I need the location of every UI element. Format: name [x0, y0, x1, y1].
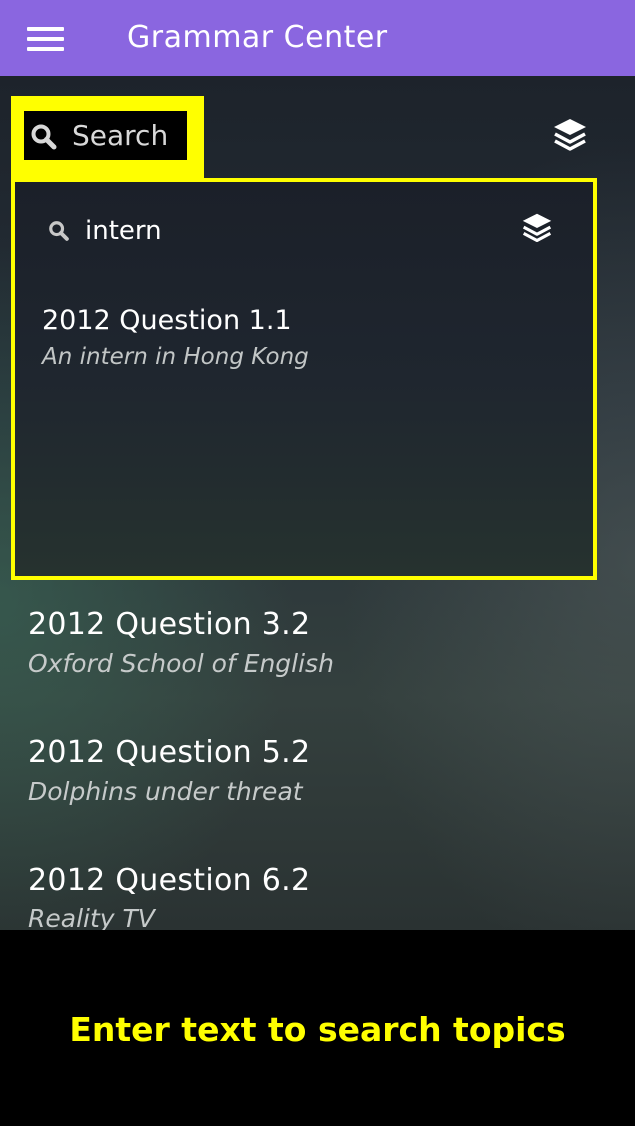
- result-title: 2012 Question 1.1: [42, 305, 292, 336]
- list-item-title: 2012 Question 5.2: [28, 735, 311, 770]
- list-item-title: 2012 Question 3.2: [28, 607, 311, 642]
- list-item-subtitle: Oxford School of English: [28, 649, 334, 678]
- search-button[interactable]: Search: [24, 111, 187, 160]
- search-input[interactable]: intern: [85, 214, 162, 248]
- result-subtitle: An intern in Hong Kong: [42, 344, 309, 370]
- search-icon: [30, 123, 58, 155]
- tutorial-caption: Enter text to search topics: [69, 1010, 566, 1049]
- list-item-subtitle: Dolphins under threat: [28, 777, 303, 806]
- app-title: Grammar Center: [127, 20, 388, 55]
- menu-icon[interactable]: [27, 24, 65, 54]
- list-item-title: 2012 Question 6.2: [28, 863, 311, 898]
- search-placeholder: Search: [72, 119, 169, 152]
- search-icon: [48, 220, 70, 246]
- app-bar: Grammar Center: [0, 0, 635, 76]
- list-item-subtitle: Reality TV: [28, 904, 155, 930]
- app-screen: Grammar Center Search intern 2012 Questi…: [0, 0, 635, 930]
- search-overlay: intern 2012 Question 1.1 An intern in Ho…: [11, 178, 597, 580]
- layers-icon[interactable]: [552, 117, 588, 157]
- layers-icon[interactable]: [521, 212, 553, 248]
